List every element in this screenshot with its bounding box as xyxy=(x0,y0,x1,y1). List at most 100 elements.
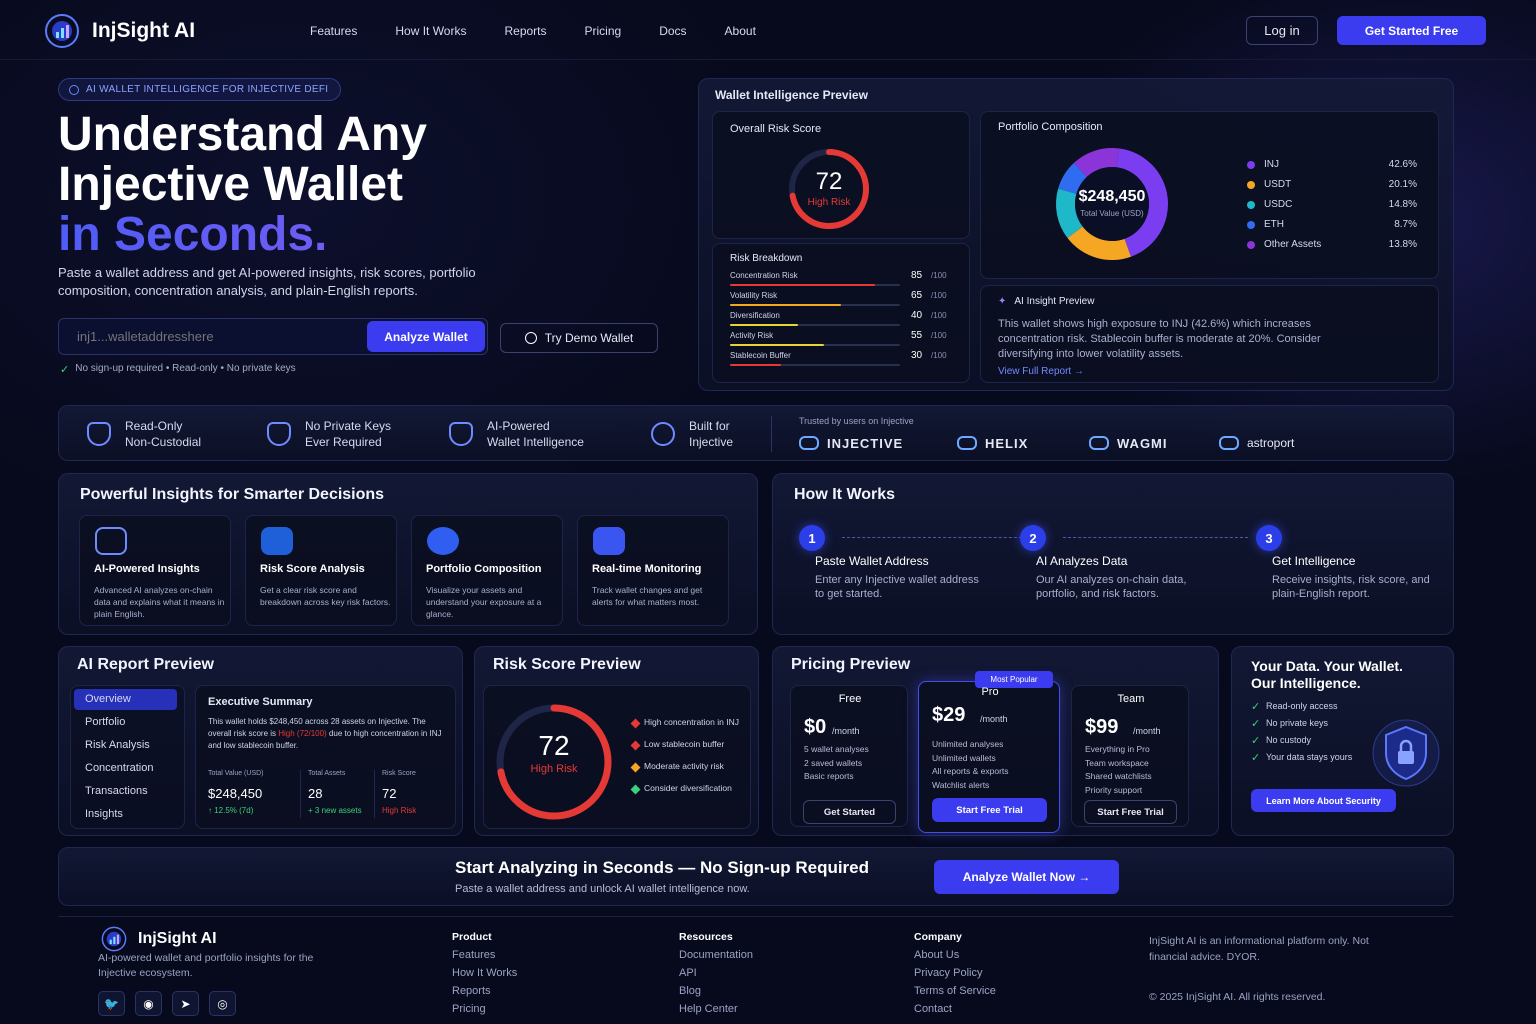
nav-item-docs[interactable]: Docs xyxy=(659,24,686,38)
insight-card[interactable]: Real-time Monitoring Track wallet changes… xyxy=(577,515,729,626)
legend-asset-pct: 20.1% xyxy=(1388,179,1417,190)
footer-link-contact[interactable]: Contact xyxy=(914,1003,1114,1015)
footer-link-about-us[interactable]: About Us xyxy=(914,949,1114,961)
wallet-input-group: Analyze Wallet xyxy=(58,318,488,355)
plan-price: $0 xyxy=(804,716,827,738)
github-icon[interactable]: ◎ xyxy=(209,991,236,1016)
plan-button-pro[interactable]: Start Free Trial xyxy=(932,798,1047,822)
hero-title: Understand Any Injective Wallet in Secon… xyxy=(58,110,427,260)
risk-preview-title: Risk Score Preview xyxy=(493,656,641,673)
footer-link-features[interactable]: Features xyxy=(452,949,652,961)
report-menu-item-insights[interactable]: Insights xyxy=(74,804,177,825)
shield-icon xyxy=(87,422,111,446)
partner-logo-mark-icon xyxy=(1089,436,1109,450)
partner-logo-text: INJECTIVE xyxy=(827,435,904,451)
login-button[interactable]: Log in xyxy=(1246,16,1318,45)
hero-badge-label: AI WALLET INTELLIGENCE FOR INJECTIVE DEF… xyxy=(86,84,329,95)
plan-name: Team xyxy=(1117,693,1145,705)
report-stat-sub: ↑ 12.5% (7d) xyxy=(208,806,254,815)
footer-link-pricing[interactable]: Pricing xyxy=(452,1003,652,1015)
plan-button-team[interactable]: Start Free Trial xyxy=(1084,800,1177,824)
footer-link-documentation[interactable]: Documentation xyxy=(679,949,879,961)
plan-button-free[interactable]: Get Started xyxy=(803,800,896,824)
insight-card-text: Advanced AI analyzes on-chain data and e… xyxy=(94,585,225,619)
partner-logo-text: astroport xyxy=(1247,436,1295,450)
plan-feature: Everything in Pro xyxy=(1085,744,1150,754)
footer-link-blog[interactable]: Blog xyxy=(679,985,879,997)
plan-name: Pro xyxy=(981,686,999,698)
check-icon: ✓ xyxy=(1251,701,1261,713)
injective-icon xyxy=(651,422,675,446)
partner-logo-wagmi: WAGMI xyxy=(1089,436,1219,451)
footer-link-reports[interactable]: Reports xyxy=(452,985,652,997)
insight-card[interactable]: Portfolio Composition Visualize your asse… xyxy=(411,515,563,626)
footer-col-company: Company About Us Privacy Policy Terms of Se… xyxy=(914,931,1114,1015)
hero-title-line2: Injective Wallet xyxy=(58,158,403,211)
risk-factor-bar xyxy=(730,284,875,286)
footer-link-privacy-policy[interactable]: Privacy Policy xyxy=(914,967,1114,979)
footer-link-how-it-works[interactable]: How It Works xyxy=(452,967,652,979)
nav-item-how-it-works[interactable]: How It Works xyxy=(395,24,466,38)
trust-item-line1: Built for xyxy=(689,419,730,433)
exec-summary-title: Executive Summary xyxy=(208,696,313,708)
footer-link-terms-of-service[interactable]: Terms of Service xyxy=(914,985,1114,997)
plan-feature: Team workspace xyxy=(1085,757,1149,768)
risk-factor-track xyxy=(730,284,900,286)
brand-logo[interactable]: InjSight AI xyxy=(40,12,220,50)
twitter-icon[interactable]: 🐦 xyxy=(98,991,125,1016)
legend-asset-pct: 8.7% xyxy=(1394,219,1417,230)
report-menu-item-risk-analysis[interactable]: Risk Analysis xyxy=(74,735,177,756)
step-number-1: 1 xyxy=(799,525,825,551)
hero-note: ✓ No sign-up required • Read-only • No pr… xyxy=(60,363,296,376)
telegram-icon[interactable]: ➤ xyxy=(172,991,199,1016)
learn-security-button[interactable]: Learn More About Security xyxy=(1251,789,1396,812)
plan-feature: Shared watchlists xyxy=(1085,771,1152,781)
step-connector xyxy=(842,537,1027,538)
footer-link-help-center[interactable]: Help Center xyxy=(679,1003,879,1015)
partner-logo-astroport: astroport xyxy=(1219,436,1339,450)
report-menu-item-concentration[interactable]: Concentration xyxy=(74,758,177,779)
risk-factor-bar xyxy=(730,324,798,326)
report-menu-item-portfolio[interactable]: Portfolio xyxy=(74,712,177,733)
legend-asset-name: USDC xyxy=(1264,199,1293,210)
eye-icon xyxy=(524,332,537,344)
legend-asset-name: Other Assets xyxy=(1264,239,1322,250)
footer-disclaimer: InjSight AI is an informational platform… xyxy=(1149,935,1369,963)
risk-factor-track xyxy=(730,304,900,306)
footer-col-title: Product xyxy=(452,931,492,943)
view-full-report-link[interactable]: View Full Report → xyxy=(998,366,1084,377)
report-stat-label: Total Value (USD) xyxy=(208,770,264,777)
analyze-wallet-now-button[interactable]: Analyze Wallet Now → xyxy=(934,860,1119,894)
try-demo-button[interactable]: Try Demo Wallet xyxy=(500,323,658,353)
nav-item-about[interactable]: About xyxy=(725,24,756,38)
report-menu-item-overview[interactable]: Overview xyxy=(74,689,177,710)
footer-link-api[interactable]: API xyxy=(679,967,879,979)
report-preview-section: AI Report Preview Overview Portfolio Risk … xyxy=(58,646,463,836)
step-text: Receive insights, risk score, and plain-… xyxy=(1272,574,1430,600)
insight-card-title: AI-Powered Insights xyxy=(94,563,200,575)
check-icon: ✓ xyxy=(1251,735,1261,747)
insight-card[interactable]: AI-Powered Insights Advanced AI analyzes … xyxy=(79,515,231,626)
insight-card[interactable]: Risk Score Analysis Get a clear risk scor… xyxy=(245,515,397,626)
risk-item-dot xyxy=(630,784,641,795)
partner-logo-text: HELIX xyxy=(985,435,1029,451)
nav-item-pricing[interactable]: Pricing xyxy=(585,24,622,38)
nav-item-reports[interactable]: Reports xyxy=(504,24,546,38)
risk-item-text: Moderate activity risk xyxy=(644,761,724,771)
hero-title-line1: Understand Any xyxy=(58,108,427,161)
nav-item-features[interactable]: Features xyxy=(310,24,357,38)
brain-icon xyxy=(95,527,127,555)
risk-factor-value: 40 xyxy=(911,310,923,321)
report-menu-item-transactions[interactable]: Transactions xyxy=(74,781,177,802)
step-connector xyxy=(1063,537,1248,538)
wallet-address-input[interactable] xyxy=(59,319,367,354)
pricing-card-team: Team $99/month Everything in Pro Team works… xyxy=(1071,685,1189,827)
brand-name: InjSight AI xyxy=(92,19,196,42)
discord-icon[interactable]: ◉ xyxy=(135,991,162,1016)
risk-item-text: Consider diversification xyxy=(644,783,732,793)
step-number-2: 2 xyxy=(1020,525,1046,551)
get-started-button[interactable]: Get Started Free xyxy=(1337,16,1486,45)
insight-card-text: Visualize your assets and understand you… xyxy=(426,585,542,619)
hero-title-line3: in Seconds. xyxy=(58,210,427,260)
analyze-wallet-button[interactable]: Analyze Wallet xyxy=(367,321,485,352)
